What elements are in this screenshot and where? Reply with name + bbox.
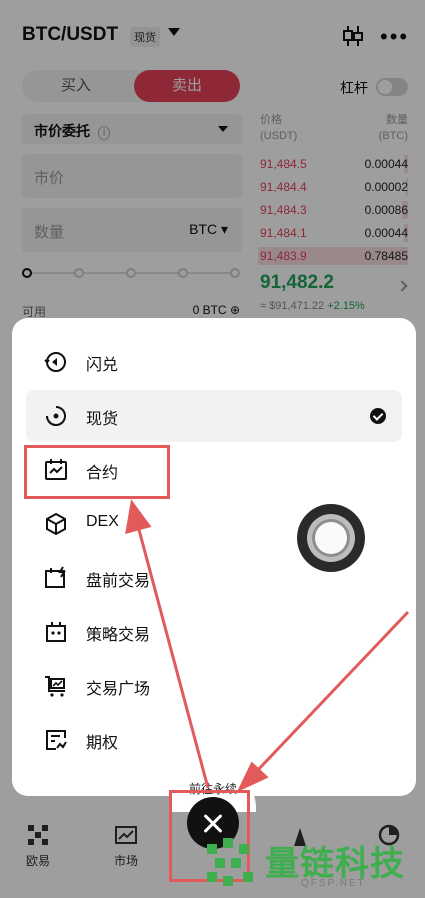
arrow-to-close: [254, 610, 410, 774]
watermark: 量链科技 QFSP.NET: [205, 832, 423, 894]
watermark-logo-icon: [207, 838, 253, 886]
arrow-head-contract: [125, 499, 152, 535]
annotation-arrows: [125, 499, 410, 793]
arrow-to-contract: [136, 525, 210, 789]
watermark-site: QFSP.NET: [301, 878, 366, 889]
